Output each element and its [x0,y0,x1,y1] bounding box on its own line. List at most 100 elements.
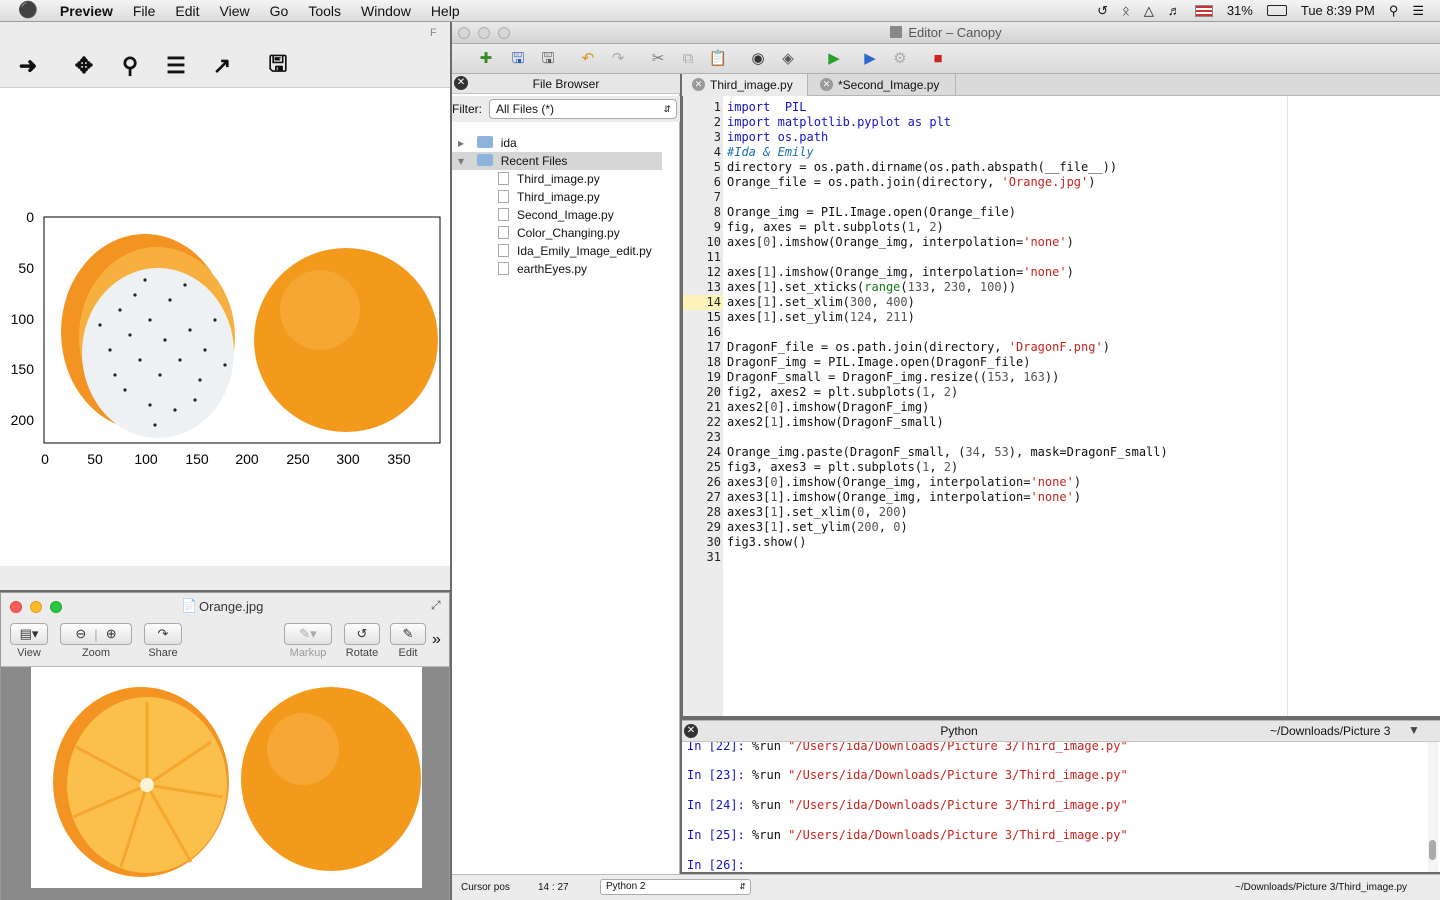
menu-app-name[interactable]: Preview [50,0,123,22]
collapse-arrow-icon[interactable]: ▾ [458,154,464,168]
battery-icon[interactable] [1266,5,1287,16]
undo-icon[interactable]: ↶ [578,50,598,68]
tree-file[interactable]: Color_Changing.py [498,224,620,242]
code-token: axes[ [727,235,764,249]
mpl-status-area [0,566,450,590]
pan-move-icon[interactable]: ✥ [70,52,98,80]
rotate-button[interactable]: ↺ [344,623,380,645]
console-scroll-thumb[interactable] [1429,840,1436,860]
cursor-pos-value: 14 : 27 [538,882,569,893]
clock[interactable]: Tue 8:39 PM [1301,3,1375,18]
line-number: 15 [706,310,721,324]
zoom-window-button[interactable] [50,601,62,613]
save-all-icon[interactable]: 🖫 [538,50,558,68]
tree-file[interactable]: Third_image.py [498,170,600,188]
find-binoculars-icon[interactable]: ◉ [748,50,768,68]
zoom-buttons[interactable]: ⊖ | ⊕ [60,623,132,645]
bluetooth-icon[interactable]: ᛟ [1122,3,1130,18]
canopy-close-button[interactable] [458,27,470,39]
canopy-minimize-button[interactable] [478,27,490,39]
zoom-out-icon[interactable]: ⊖ [75,626,86,642]
code-token: ) [951,385,959,399]
kernel-select[interactable]: Python 2 ⇵ [600,879,751,895]
filter-select[interactable]: All Files (*) ⇵ [489,99,677,119]
cut-icon[interactable]: ✂ [648,50,668,68]
expand-arrow-icon[interactable]: ▸ [458,136,464,150]
line-number-gutter: 1 2 3 4 5 6 7 8 9 10 11 12 13 14 15 16 17 18 19 20 21 22 23 24 2… [683,96,723,716]
code-line: fig2, axes2 = plt.subplots(1, 2) [727,385,958,400]
flag-icon[interactable] [1194,4,1213,17]
code-line: Orange_img.paste(DragonF_small, (34, 53)… [727,445,1168,460]
interrupt-kernel-icon[interactable]: ■ [928,50,948,68]
tree-file[interactable]: Third_image.py [498,188,600,206]
python-console-output[interactable]: In [22]: %run "/Users/ida/Downloads/Pict… [682,742,1440,872]
close-tab-icon[interactable]: ✕ [692,78,705,91]
directory-dropdown-icon[interactable]: ▼ [1408,723,1420,737]
find-replace-icon[interactable]: ◈ [778,50,798,68]
configure-subplots-icon[interactable]: ☰ [162,52,190,80]
tree-folder-recent[interactable]: ▾ Recent Files [452,152,662,170]
code-token: ].imshow(Orange_img, interpolation= [777,475,1031,489]
close-panel-icon[interactable]: ✕ [454,76,468,90]
run-selection-icon[interactable]: ▶ [860,50,880,68]
file-label: earthEyes.py [517,262,588,276]
rotate-label: Rotate [345,647,379,659]
close-window-button[interactable] [10,601,22,613]
fullscreen-icon[interactable]: ⤢ [431,598,441,613]
tree-folder-ida[interactable]: ▸ ida [458,134,517,152]
menu-window[interactable]: Window [351,0,421,22]
close-tab-icon[interactable]: ✕ [820,78,833,91]
minimize-window-button[interactable] [30,601,42,613]
share-button[interactable]: ↷ [144,623,182,645]
save-icon[interactable]: 🖫 [508,50,528,68]
copy-icon[interactable]: ⧉ [678,50,698,68]
code-token: fig, axes = plt.subplots( [727,220,908,234]
menu-help[interactable]: Help [421,0,470,22]
line-number: 16 [706,325,721,339]
menu-view[interactable]: View [210,0,260,22]
new-file-icon[interactable]: ✚ [476,50,496,68]
code-line: DragonF_small = DragonF_img.resize((153,… [727,370,1059,385]
save-figure-icon[interactable]: 🖫 [264,51,292,80]
markup-button[interactable]: ✎▾ [284,623,332,645]
console-arg: "/Users/ida/Downloads/Picture 3/Third_im… [788,828,1128,842]
zoom-magnifier-icon[interactable]: ⚲ [116,52,144,80]
menu-edit[interactable]: Edit [165,0,209,22]
debug-icon[interactable]: ⚙ [890,50,910,68]
code-line: fig3.show() [727,535,806,550]
menu-file[interactable]: File [123,0,166,22]
forward-arrow-icon[interactable]: ➜ [14,52,42,80]
code-token: ( [900,280,908,294]
run-file-icon[interactable]: ▶ [824,50,844,68]
paste-icon[interactable]: 📋 [708,50,728,68]
edit-button[interactable]: ✎ [390,623,426,645]
wifi-icon[interactable]: △ [1144,3,1154,19]
working-directory[interactable]: ~/Downloads/Picture 3 [1270,724,1390,738]
time-machine-icon[interactable]: ↺ [1097,3,1108,19]
canopy-zoom-button[interactable] [498,27,510,39]
zoom-in-icon[interactable]: ⊕ [106,626,117,642]
tree-file[interactable]: Ida_Emily_Image_edit.py [498,242,652,260]
line-number: 27 [706,490,721,504]
markup-label: Markup [289,647,327,659]
menu-go[interactable]: Go [260,0,299,22]
file-label: Second_Image.py [517,208,614,222]
tree-file[interactable]: Second_Image.py [498,206,614,224]
menu-tools[interactable]: Tools [298,0,351,22]
code-editor[interactable]: import PIL import matplotlib.pyplot as pl… [723,96,1440,716]
edit-curves-icon[interactable]: ↗ [208,52,236,80]
redo-icon[interactable]: ↷ [608,50,628,68]
toolbar-overflow-icon[interactable]: » [432,631,441,649]
console-scrollbar[interactable] [1428,742,1438,872]
notification-center-icon[interactable]: ☰ [1412,3,1424,19]
code-token: 200 [878,505,901,519]
apple-menu-icon[interactable]: ⚫ [0,0,50,22]
tree-file[interactable]: earthEyes.py [498,260,587,278]
tab-third-image[interactable]: ✕ Third_image.py [682,74,808,96]
tab-second-image[interactable]: ✕ *Second_Image.py [810,74,956,96]
volume-icon[interactable]: ♬ [1168,3,1181,18]
view-button[interactable]: ▤▾ [10,623,48,645]
line-number: 7 [713,190,721,204]
spotlight-icon[interactable]: ⚲ [1389,3,1399,19]
console-input-line[interactable]: In [26]: [687,858,752,872]
